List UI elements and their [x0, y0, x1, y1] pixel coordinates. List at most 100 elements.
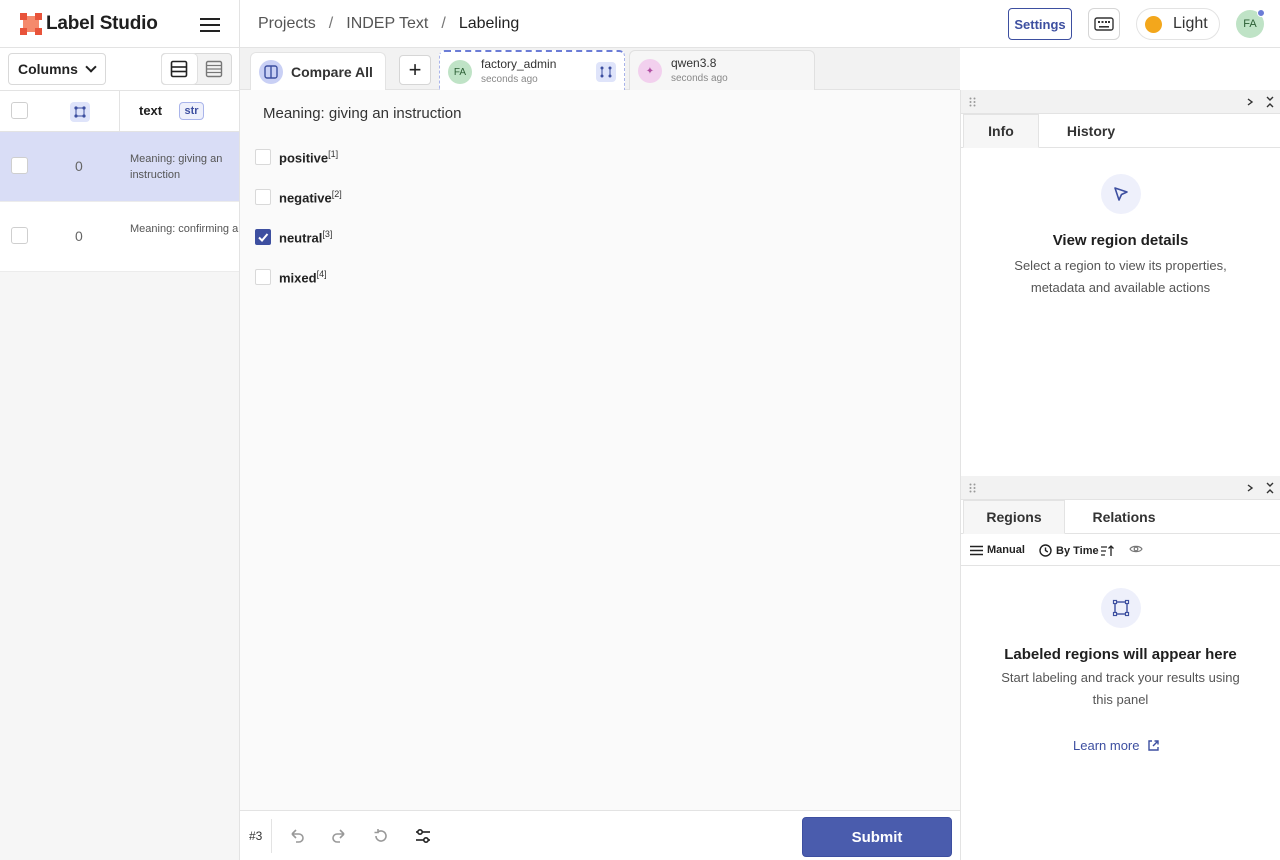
labeling-area: Meaning: giving an instruction positive[… [240, 90, 960, 810]
brand-name: Label Studio [46, 13, 158, 34]
avatar-initials: FA [1243, 18, 1257, 30]
task-list-panel: Columns text str 0 Meaning: giving an ins… [0, 48, 240, 860]
theme-label: Light [1173, 15, 1208, 32]
grid-view-button[interactable] [197, 54, 232, 84]
redo-button[interactable] [329, 826, 349, 846]
tab-regions[interactable]: Regions [963, 500, 1065, 534]
choice-checkbox[interactable] [255, 229, 271, 245]
choice-negative[interactable]: negative[2] [255, 187, 342, 207]
reset-icon [374, 829, 387, 842]
learn-more-label: Learn more [1073, 738, 1140, 753]
regions-toolbar: Manual By Time [961, 536, 1280, 566]
task-text: Meaning: giving an instruction [263, 105, 462, 122]
regions-empty-description: Start labeling and track your results us… [1001, 670, 1240, 707]
info-empty-description: Select a region to view its properties, … [1014, 258, 1227, 295]
settings-button[interactable]: Settings [1008, 8, 1072, 40]
settings-sliders-button[interactable] [413, 826, 433, 846]
group-manual-button[interactable]: Manual [970, 544, 1025, 556]
menu-icon[interactable] [200, 15, 220, 33]
tab-history[interactable]: History [1039, 114, 1143, 148]
hotkey-hint: [2] [331, 188, 342, 199]
breadcrumb-projects[interactable]: Projects [258, 15, 316, 33]
regions-tabs: Regions Relations [961, 500, 1280, 534]
keyboard-shortcuts-button[interactable] [1088, 8, 1120, 40]
side-panels: Info History View region details Select … [960, 90, 1280, 860]
choice-label: neutral [279, 230, 323, 246]
list-view-button[interactable] [162, 54, 197, 84]
choice-label: mixed [279, 270, 317, 286]
reset-button[interactable] [371, 826, 391, 846]
annotations-column-icon [70, 102, 90, 122]
compare-all-tab[interactable]: Compare All [250, 52, 386, 90]
annotator-avatar: FA [448, 60, 472, 84]
submit-button[interactable]: Submit [802, 817, 952, 857]
top-bar: Label Studio Projects / INDEP Text / Lab… [0, 0, 1280, 48]
choice-checkbox[interactable] [255, 189, 271, 205]
choice-checkbox[interactable] [255, 269, 271, 285]
row-checkbox[interactable] [11, 157, 28, 174]
choice-positive[interactable]: positive[1] [255, 147, 338, 167]
compare-all-label: Compare All [291, 63, 373, 80]
breadcrumb-project[interactable]: INDEP Text [346, 15, 428, 33]
choice-label: positive [279, 150, 329, 166]
tab-info[interactable]: Info [963, 114, 1039, 148]
table-header: text str [0, 90, 239, 133]
chevron-right-icon[interactable] [1243, 95, 1257, 109]
annotation-time: seconds ago [671, 73, 728, 84]
theme-toggle[interactable]: Light [1136, 8, 1220, 40]
tab-relations[interactable]: Relations [1065, 500, 1183, 534]
choice-label: negative [279, 190, 332, 206]
annotation-tab-qwen[interactable]: ✦ qwen3.8 seconds ago [629, 50, 815, 90]
user-avatar[interactable]: FA [1236, 9, 1265, 38]
hotkey-hint: [4] [316, 268, 327, 279]
collapse-icon[interactable] [1263, 481, 1277, 495]
select-all-checkbox[interactable] [11, 102, 28, 119]
task-id: #3 [249, 829, 263, 843]
sort-ascending-icon [1100, 544, 1114, 556]
choice-checkbox[interactable] [255, 149, 271, 165]
collapse-icon[interactable] [1263, 95, 1277, 109]
list-view-icon [170, 60, 188, 78]
hotkey-hint: [3] [322, 228, 333, 239]
chevron-right-icon[interactable] [1243, 481, 1257, 495]
regions-empty-title: Labeled regions will appear here [1004, 646, 1237, 663]
hotkey-hint: [1] [328, 148, 339, 159]
sparkle-icon: ✦ [638, 59, 662, 83]
view-toggle [161, 53, 232, 85]
visibility-toggle[interactable] [1129, 544, 1143, 554]
annotation-count: 0 [75, 228, 83, 244]
checkmark-icon [258, 233, 269, 242]
row-checkbox[interactable] [11, 227, 28, 244]
annotator-name: qwen3.8 [671, 56, 717, 70]
annotation-count: 0 [75, 158, 83, 174]
annotation-options-icon[interactable] [596, 62, 616, 82]
info-panel-header[interactable] [961, 90, 1280, 114]
sliders-icon [416, 828, 430, 844]
table-view-icon [205, 60, 222, 78]
bottom-toolbar: #3 Submit [240, 810, 960, 860]
table-row[interactable]: 0 Meaning: confirming appointment [0, 202, 239, 272]
annotator-name: factory_admin [481, 57, 557, 71]
compare-icon [259, 59, 283, 84]
columns-label: Columns [18, 61, 78, 77]
undo-button[interactable] [287, 826, 307, 846]
columns-dropdown[interactable]: Columns [8, 53, 106, 85]
sort-label: By Time [1056, 544, 1099, 557]
annotation-tab-factory-admin[interactable]: FA factory_admin seconds ago [439, 50, 625, 90]
annotation-tabs: Compare All + FA factory_admin seconds a… [240, 48, 960, 90]
type-badge: str [179, 102, 204, 120]
table-row[interactable]: 0 Meaning: giving an instruction [0, 132, 239, 202]
drag-handle-icon[interactable] [969, 483, 977, 493]
choice-mixed[interactable]: mixed[4] [255, 267, 327, 287]
learn-more-link[interactable]: Learn more [1073, 738, 1160, 753]
sort-by-time-button[interactable]: By Time [1039, 544, 1115, 557]
add-annotation-button[interactable]: + [399, 55, 431, 85]
sun-icon [1145, 15, 1162, 33]
info-empty-title: View region details [1052, 232, 1189, 249]
row-text: Meaning: confirming appointment [130, 223, 239, 235]
choice-neutral[interactable]: neutral[3] [255, 227, 332, 247]
regions-panel-header[interactable] [961, 476, 1280, 500]
keyboard-icon [1094, 17, 1114, 31]
drag-handle-icon[interactable] [969, 97, 977, 107]
text-column-header[interactable]: text [139, 103, 162, 118]
